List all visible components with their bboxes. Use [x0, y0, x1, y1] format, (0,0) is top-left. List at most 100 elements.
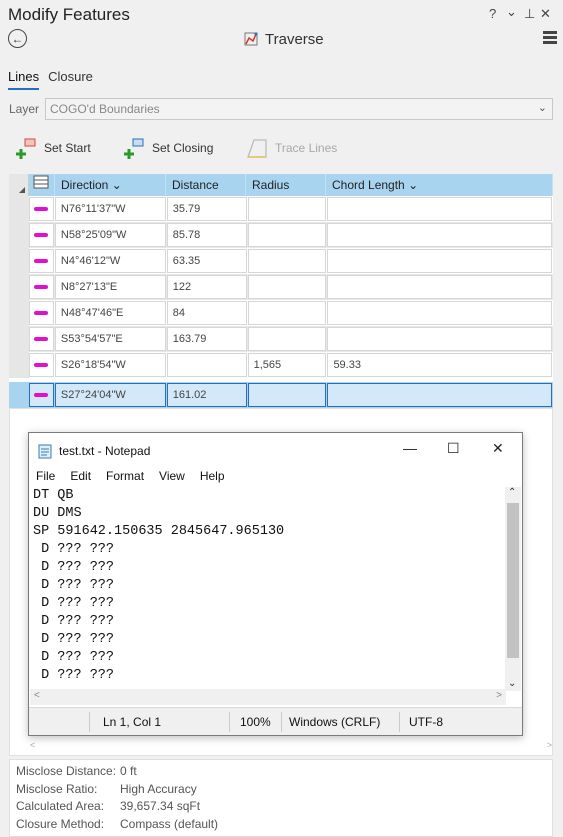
cell-radius[interactable] — [247, 223, 327, 247]
notepad-menubar: File Edit Format View Help — [36, 469, 225, 483]
options-menu-icon[interactable]: ⌄ — [506, 4, 517, 20]
grid-corner[interactable] — [9, 174, 29, 196]
scroll-left-icon[interactable]: < — [34, 690, 40, 701]
cell-distance[interactable]: 63.35 — [166, 249, 247, 273]
table-row[interactable]: N4°46'12"W 63.35 — [9, 248, 553, 274]
row-header[interactable] — [9, 300, 29, 326]
line-marker-icon — [28, 275, 54, 299]
close-icon[interactable]: ✕ — [540, 6, 551, 22]
cell-radius[interactable] — [247, 249, 327, 273]
menu-help[interactable]: Help — [200, 469, 225, 483]
cell-chord-length[interactable] — [327, 249, 552, 273]
column-header-direction[interactable]: Direction ⌄ — [55, 174, 166, 196]
info-row: Misclose Ratio: High Accuracy — [16, 782, 546, 800]
info-key: Closure Method: — [16, 816, 105, 831]
cell-direction[interactable]: N76°11'37"W — [54, 197, 166, 221]
cell-direction[interactable]: N8°27'13"E — [54, 275, 166, 299]
table-view-icon[interactable] — [29, 174, 55, 196]
arrow-left-icon: ← — [11, 31, 24, 46]
table-row[interactable]: N48°47'46"E 84 — [9, 300, 553, 326]
grid-horizontal-scrollbar[interactable]: < > — [30, 740, 552, 752]
row-header[interactable] — [9, 248, 29, 274]
menu-edit[interactable]: Edit — [70, 469, 91, 483]
cell-chord-length[interactable]: 59.33 — [327, 353, 552, 377]
info-row: Calculated Area: 39,657.34 sqFt — [16, 799, 546, 817]
cell-direction[interactable]: S26°18'54"W — [54, 353, 166, 377]
trace-lines-icon — [247, 139, 267, 158]
cell-direction[interactable]: N48°47'46"E — [54, 301, 166, 325]
maximize-icon[interactable]: ☐ — [447, 440, 460, 457]
notepad-titlebar: test.txt - Notepad — [37, 443, 150, 459]
row-header[interactable] — [9, 326, 29, 352]
row-header[interactable] — [9, 196, 29, 222]
info-key: Misclose Ratio: — [16, 781, 98, 796]
table-row[interactable]: S53°54'57"E 163.79 — [9, 326, 553, 352]
scroll-right-icon[interactable]: > — [547, 740, 552, 750]
set-closing-button[interactable]: Set Closing — [122, 134, 213, 162]
cell-chord-length[interactable] — [327, 223, 552, 247]
tab-closure[interactable]: Closure — [48, 69, 93, 90]
row-header[interactable] — [9, 274, 29, 300]
tab-lines[interactable]: Lines — [8, 69, 40, 90]
cell-chord-length[interactable] — [327, 275, 552, 299]
layer-dropdown[interactable]: COGO'd Boundaries ⌄ — [45, 98, 553, 120]
cell-chord-length[interactable] — [327, 383, 552, 407]
cell-distance[interactable] — [166, 353, 247, 377]
cell-distance[interactable]: 85.78 — [166, 223, 247, 247]
line-marker-icon — [28, 223, 54, 247]
table-row[interactable]: S26°18'54"W 1,565 59.33 — [9, 352, 553, 378]
pin-icon[interactable]: ⊥ — [524, 6, 535, 22]
trace-lines-button[interactable]: Trace Lines — [245, 134, 337, 162]
scroll-right-icon[interactable]: > — [496, 690, 502, 701]
cell-radius[interactable] — [247, 383, 327, 407]
cell-radius[interactable] — [247, 275, 327, 299]
cell-distance[interactable]: 84 — [166, 301, 247, 325]
row-header[interactable] — [9, 222, 29, 248]
cell-direction[interactable]: S27°24'04"W — [54, 383, 166, 407]
minimize-icon[interactable]: — — [403, 440, 417, 456]
menu-view[interactable]: View — [159, 469, 185, 483]
cell-radius[interactable] — [247, 197, 327, 221]
hamburger-menu-icon[interactable] — [543, 31, 557, 46]
scroll-down-icon[interactable]: ⌄ — [508, 678, 516, 689]
table-row[interactable]: N76°11'37"W 35.79 — [9, 196, 553, 222]
scroll-thumb[interactable] — [507, 503, 519, 658]
cell-chord-length[interactable] — [327, 327, 552, 351]
notepad-vertical-scrollbar[interactable]: ⌃ ⌄ — [505, 487, 521, 691]
cell-direction[interactable]: N58°25'09"W — [54, 223, 166, 247]
column-header-distance[interactable]: Distance — [166, 174, 246, 196]
row-header[interactable] — [9, 352, 29, 378]
menu-format[interactable]: Format — [106, 469, 144, 483]
table-row[interactable]: N8°27'13"E 122 — [9, 274, 553, 300]
cell-radius[interactable] — [247, 327, 327, 351]
row-header[interactable] — [9, 382, 29, 408]
help-icon[interactable]: ? — [489, 6, 496, 21]
cell-radius[interactable] — [247, 301, 327, 325]
cell-direction[interactable]: S53°54'57"E — [54, 327, 166, 351]
cell-direction[interactable]: N4°46'12"W — [54, 249, 166, 273]
column-header-radius[interactable]: Radius — [246, 174, 326, 196]
cell-distance[interactable]: 122 — [166, 275, 247, 299]
back-button[interactable]: ← — [8, 29, 27, 48]
cell-chord-length[interactable] — [327, 197, 552, 221]
cell-radius[interactable]: 1,565 — [247, 353, 327, 377]
set-start-button[interactable]: Set Start — [14, 134, 91, 162]
scroll-left-icon[interactable]: < — [30, 740, 35, 750]
notepad-text-area[interactable]: DT QB DU DMS SP 591642.150635 2845647.96… — [33, 487, 505, 687]
notepad-horizontal-scrollbar[interactable]: < > — [30, 689, 506, 705]
close-icon[interactable]: ✕ — [492, 440, 504, 457]
table-row[interactable]: N58°25'09"W 85.78 — [9, 222, 553, 248]
cell-distance[interactable]: 163.79 — [166, 327, 247, 351]
cell-chord-length[interactable] — [327, 301, 552, 325]
layer-label: Layer — [9, 102, 40, 116]
cell-distance[interactable]: 35.79 — [166, 197, 247, 221]
info-key: Calculated Area: — [16, 799, 105, 813]
cell-distance[interactable]: 161.02 — [166, 383, 247, 407]
layer-value: COGO'd Boundaries — [50, 102, 160, 116]
table-row-selected[interactable]: S27°24'04"W 161.02 — [9, 382, 553, 408]
menu-file[interactable]: File — [36, 469, 55, 483]
column-header-chord-length[interactable]: Chord Length ⌄ — [326, 174, 553, 196]
info-row: Closure Method: Compass (default) — [16, 817, 546, 835]
scroll-up-icon[interactable]: ⌃ — [508, 487, 516, 498]
status-line-ending: Windows (CRLF) — [289, 715, 381, 729]
